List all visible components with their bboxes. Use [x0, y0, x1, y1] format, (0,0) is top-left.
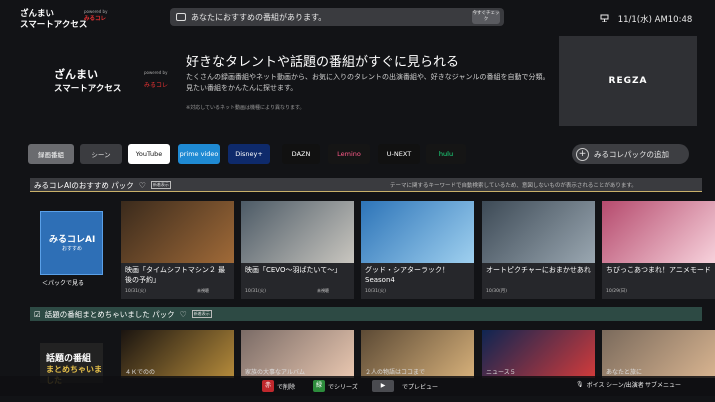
- program-card[interactable]: ４Ｋでのの: [121, 330, 234, 378]
- app-root: ざんまい スマートアクセス powered by みるコレ あなたにおすすめの番…: [0, 0, 715, 402]
- check-icon: ☑: [34, 309, 41, 319]
- program-card[interactable]: ちびっこあつまれ！アニメモード 10/29(日): [602, 201, 715, 299]
- program-card[interactable]: 映画「タイムシフトマシン２ 最後の予約」 10/31(火) 未視聴: [121, 201, 234, 299]
- program-thumbnail: [602, 201, 715, 263]
- check-now-button[interactable]: 今すぐチェック: [472, 10, 500, 24]
- filter-chip[interactable]: prime video: [178, 144, 220, 164]
- program-title: 映画「CEVO～羽ばたいて～」: [245, 266, 342, 274]
- ai-pack-sub: おすすめ: [62, 246, 83, 252]
- ai-pack-tile[interactable]: みるコレAI おすすめ: [40, 211, 103, 275]
- filter-chip[interactable]: YouTube: [128, 144, 170, 164]
- heart-icon[interactable]: ♡: [180, 310, 187, 319]
- hero-description: たくさんの録画番組やネット動画から、お気に入りのタレントの出演番組や、好きなジャ…: [186, 73, 550, 92]
- unwatched-badge: 未視聴: [197, 288, 209, 293]
- program-thumbnail: [482, 201, 595, 263]
- recommend-notice[interactable]: あなたにおすすめの番組があります。 今すぐチェック: [170, 8, 504, 26]
- brand-logo: ざんまい スマートアクセス powered by みるコレ: [20, 9, 107, 31]
- message-icon: [176, 13, 186, 21]
- program-title: グッド・シアターラック！ Season4: [365, 266, 449, 284]
- program-date: 10/31(火): [365, 289, 386, 294]
- program-title: 家族の大事なアルバム: [245, 369, 305, 376]
- view-in-pack-link[interactable]: ＜パックで見る: [42, 278, 84, 287]
- program-card[interactable]: ニュース５: [482, 330, 595, 378]
- heart-icon[interactable]: ♡: [139, 181, 146, 190]
- program-thumbnail: [121, 201, 234, 263]
- plus-icon: +: [576, 147, 589, 161]
- program-date: 10/29(日): [606, 289, 627, 294]
- red-key-label: で削除: [277, 383, 296, 391]
- hero-logo-line2: スマートアクセス: [54, 84, 122, 94]
- notice-text: あなたにおすすめの番組があります。: [191, 12, 327, 22]
- mic-icon: 🎙: [576, 381, 584, 388]
- section-ai-title-text: みるコレAIのおすすめ パック: [34, 180, 134, 190]
- filter-chip[interactable]: シーン: [80, 144, 122, 164]
- voice-hint: 🎙 ボイス: [576, 380, 604, 389]
- brand-line2: スマートアクセス: [20, 20, 88, 30]
- program-thumbnail: [361, 201, 474, 263]
- new-badge: 新着表示: [150, 181, 171, 189]
- submenu-hint: サブメニュー: [645, 380, 681, 389]
- voice-label: ボイス: [586, 382, 605, 389]
- hero-title: 好きなタレントや話題の番組がすぐに見られる: [186, 55, 460, 70]
- red-key-hint: 赤 で削除: [262, 380, 295, 392]
- program-title: あなたと旅に: [606, 369, 643, 376]
- new-badge: 新着表示: [191, 310, 212, 318]
- green-key: 緑: [313, 380, 325, 392]
- brand-line1: ざんまい: [20, 9, 55, 19]
- red-key: 赤: [262, 380, 274, 392]
- submenu-label: サブメニュー: [645, 382, 682, 389]
- play-key-label: でプレビュー: [402, 383, 439, 391]
- bottom-help-bar: 赤 で削除 緑 でシリーズ ▶ でプレビュー 🎙 ボイス シーン/出演者 サブメ…: [0, 376, 715, 396]
- program-card[interactable]: ２人の物語はココまで: [361, 330, 474, 378]
- play-icon: ▶: [372, 380, 394, 392]
- hero-mirukore-logo: みるコレ: [144, 82, 169, 89]
- add-pack-button[interactable]: + みるコレパックの追加: [572, 144, 689, 164]
- add-pack-label: みるコレパックの追加: [594, 149, 669, 159]
- play-key-hint: ▶ でプレビュー: [372, 380, 438, 392]
- clock: 11/1(水) AM10:48: [600, 13, 692, 25]
- scene-hint: シーン/出演者: [606, 380, 644, 389]
- green-key-hint: 緑 でシリーズ: [313, 380, 358, 392]
- ai-pack-title: みるコレAI: [49, 235, 96, 245]
- filter-chip[interactable]: DAZN: [282, 144, 320, 164]
- program-date: 10/31(火): [125, 289, 146, 294]
- hero-logo: ざんまい スマートアクセス powered by みるコレ: [30, 40, 178, 132]
- program-card[interactable]: オートピクチャーにおまかせあれ 10/30(月): [482, 201, 595, 299]
- program-title: ４Ｋでのの: [125, 369, 156, 376]
- program-card[interactable]: グッド・シアターラック！ Season4 10/31(火): [361, 201, 474, 299]
- program-title: 映画「タイムシフトマシン２ 最後の予約」: [125, 266, 226, 284]
- program-title: ２人の物語はココまで: [365, 369, 426, 376]
- mirukore-logo: みるコレ: [84, 16, 107, 22]
- topics-pack-title: 話題の番組: [46, 354, 92, 364]
- program-card[interactable]: 家族の大事なアルバム: [241, 330, 354, 378]
- regza-logo: REGZA: [559, 36, 697, 126]
- program-title: オートピクチャーにおまかせあれ: [486, 266, 591, 274]
- program-card[interactable]: あなたと旅に: [602, 330, 715, 378]
- green-key-label: でシリーズ: [328, 383, 358, 391]
- program-date: 10/30(月): [486, 289, 507, 294]
- filter-chip[interactable]: Disney+: [228, 144, 270, 164]
- hero-logo-line1: ざんまい: [54, 68, 98, 81]
- scene-label: シーン/出演者: [606, 382, 644, 389]
- section-topics-title-text: 話題の番組まとめちゃいました パック: [44, 309, 175, 319]
- program-date: 10/31(火): [245, 289, 266, 294]
- filter-chip[interactable]: hulu: [426, 144, 466, 164]
- hero-note: ※対応しているネット動画は機種により異なります。: [186, 105, 305, 111]
- filter-chip[interactable]: Lemino: [328, 144, 370, 164]
- unwatched-badge: 未視聴: [317, 288, 329, 293]
- hero-powered-by: powered by: [144, 70, 168, 75]
- section-ai-tagline: テーマに関するキーワードで自動検索しているため、意図しないものが表示されることが…: [390, 183, 637, 189]
- section-topics-title[interactable]: ☑ 話題の番組まとめちゃいました パック ♡ 新着表示: [30, 307, 212, 321]
- program-card[interactable]: 映画「CEVO～羽ばたいて～」 10/31(火) 未視聴: [241, 201, 354, 299]
- program-thumbnail: [241, 201, 354, 263]
- clock-text: 11/1(水) AM10:48: [617, 15, 693, 25]
- filter-chip[interactable]: 録画番組: [28, 144, 74, 164]
- program-title: ニュース５: [486, 369, 516, 376]
- filter-chip[interactable]: U-NEXT: [378, 144, 420, 164]
- program-title: ちびっこあつまれ！アニメモード: [606, 266, 711, 274]
- section-ai-title[interactable]: みるコレAIのおすすめ パック ♡ 新着表示: [30, 178, 171, 192]
- antenna-icon: [600, 13, 609, 25]
